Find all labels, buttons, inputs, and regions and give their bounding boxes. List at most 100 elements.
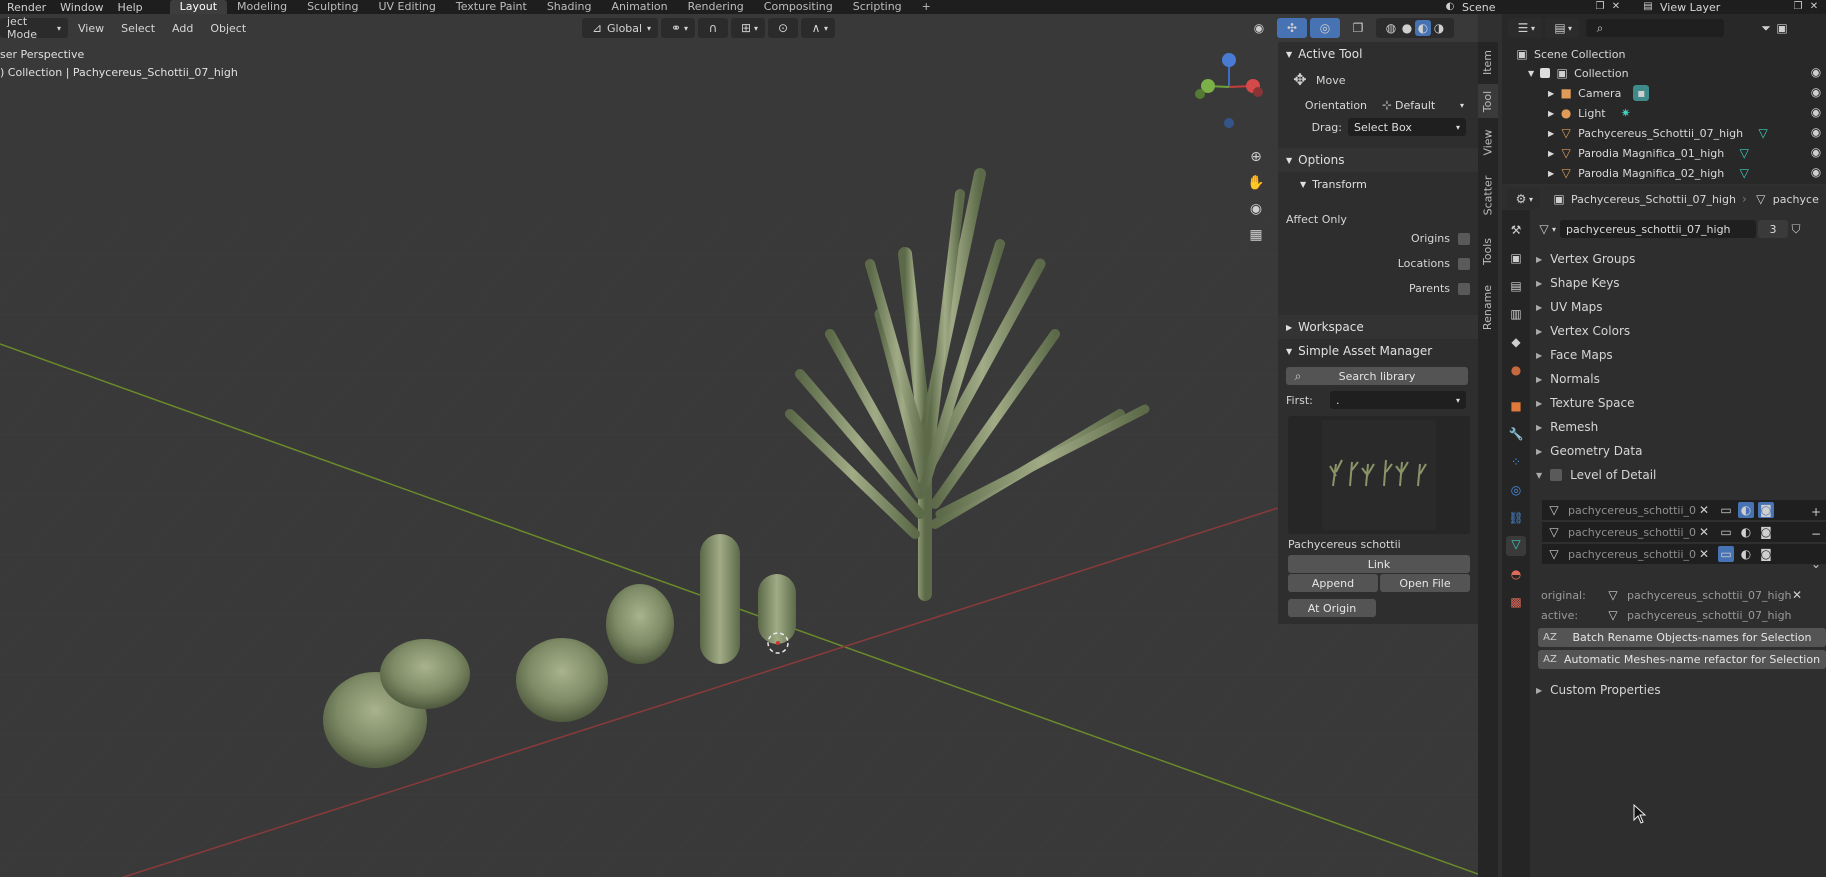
scene-name[interactable]: Scene (1462, 1, 1592, 14)
section-face-maps[interactable]: ▶ Face Maps (1536, 344, 1826, 366)
scene-tab-icon[interactable]: ◆ (1508, 334, 1524, 350)
auto-rename-button[interactable]: AZ Automatic Meshes-name refactor for Sel… (1538, 650, 1826, 669)
active-tool-header[interactable]: ▼ Active Tool (1278, 42, 1478, 66)
material-preview-icon[interactable]: ◐ (1415, 20, 1431, 36)
tab-shading[interactable]: Shading (537, 0, 602, 14)
texture-tab-icon[interactable]: ▩ (1508, 594, 1524, 610)
snap-dropdown[interactable]: ⊞ ▾ (731, 18, 766, 38)
locations-checkbox[interactable] (1458, 257, 1470, 270)
active-field[interactable]: pachycereus_schottii_07_high (1627, 609, 1792, 622)
parents-row[interactable]: Parents (1278, 276, 1478, 301)
particles-tab-icon[interactable]: ⁘ (1508, 454, 1524, 470)
mesh-data-icon[interactable]: ▽ (1736, 165, 1752, 181)
outliner-item-camera[interactable]: ▶ ■ Camera ▪ (1548, 83, 1650, 103)
section-geometry-data[interactable]: ▶ Geometry Data (1536, 440, 1826, 462)
asset-preview[interactable] (1288, 416, 1470, 534)
section-normals[interactable]: ▶ Normals (1536, 368, 1826, 390)
open-file-button[interactable]: Open File (1380, 574, 1470, 592)
view-layer-tab-icon[interactable]: ▥ (1508, 306, 1524, 322)
physics-tab-icon[interactable]: ◎ (1508, 482, 1524, 498)
viewport-display-icon[interactable]: ▭ (1718, 546, 1734, 562)
view-layer-selector[interactable]: ▤ View Layer ❐ ✕ (1640, 0, 1822, 14)
lod-list-item[interactable]: ▽ pachycereus_schottii_0... ✕ ▭ ◐ ◙ (1542, 522, 1826, 542)
menu-object[interactable]: Object (203, 18, 253, 38)
tab-scatter[interactable]: Scatter (1478, 166, 1498, 224)
scene-selector[interactable]: ◐ Scene ❐ ✕ (1442, 0, 1624, 14)
tab-layout[interactable]: Layout (169, 0, 228, 14)
xray-toggle[interactable]: ❐ (1343, 18, 1373, 38)
add-workspace-button[interactable]: + (912, 0, 941, 14)
tab-animation[interactable]: Animation (602, 0, 678, 14)
editor-type-dropdown[interactable]: ☰ ▾ (1508, 18, 1543, 38)
close-icon[interactable]: ✕ (1806, 0, 1822, 15)
tab-rename[interactable]: Rename (1478, 278, 1498, 336)
asset-manager-header[interactable]: ▼ Simple Asset Manager (1278, 339, 1478, 363)
pan-hand-icon[interactable]: ✋ (1245, 172, 1267, 194)
object-tab-icon[interactable]: ■ (1508, 398, 1524, 414)
camera-view-icon[interactable]: ◉ (1245, 198, 1267, 220)
mesh-browse-icon[interactable]: ▽ (1536, 221, 1552, 237)
origins-row[interactable]: Origins (1278, 226, 1478, 251)
menu-help[interactable]: Help (118, 1, 143, 14)
close-icon[interactable]: ✕ (1608, 0, 1624, 15)
options-header[interactable]: ▼ Options (1278, 148, 1478, 172)
outliner-search-input[interactable]: ⌕ (1586, 19, 1725, 37)
section-vertex-groups[interactable]: ▶ Vertex Groups (1536, 248, 1826, 270)
remove-icon[interactable]: − (1808, 526, 1824, 542)
camera-toggle-icon[interactable]: ◙ (1758, 502, 1774, 518)
drag-dropdown[interactable]: Select Box ▾ (1348, 118, 1466, 136)
render-toggle-icon[interactable]: ◐ (1738, 524, 1754, 540)
camera-toggle-icon[interactable]: ◙ (1758, 524, 1774, 540)
menu-render[interactable]: Render (7, 1, 46, 14)
workspace-header[interactable]: ▶ Workspace (1278, 315, 1478, 339)
visibility-dropdown[interactable]: ◉ (1244, 18, 1274, 38)
fake-user-shield-icon[interactable]: ⛉ (1788, 221, 1804, 237)
menu-select[interactable]: Select (114, 18, 162, 38)
lod-list-item[interactable]: ▽ pachycereus_schottii_0... ✕ ▭ ◐ ◙ (1542, 544, 1826, 564)
snap-toggle[interactable]: ∩ (698, 18, 729, 38)
lod-list-item[interactable]: ▽ pachycereus_schottii_0... ✕ ▭ ◐ ◙ (1542, 500, 1826, 520)
tab-view[interactable]: View (1478, 122, 1498, 162)
mesh-users-count[interactable]: 3 (1758, 220, 1789, 238)
copy-icon[interactable]: ❐ (1790, 0, 1806, 15)
viewport-display-icon[interactable]: ▭ (1718, 524, 1734, 540)
orientation-dropdown[interactable]: ⊹ Default ▾ (1373, 96, 1470, 114)
chevron-down-icon[interactable]: ⌄ (1808, 556, 1824, 572)
outliner-scene-collection[interactable]: ▣ Scene Collection (1514, 44, 1625, 64)
navigation-gizmo[interactable] (1195, 53, 1263, 128)
view-layer-name[interactable]: View Layer (1660, 1, 1790, 14)
tab-item[interactable]: Item (1478, 42, 1498, 82)
modifier-tab-icon[interactable]: 🔧 (1508, 426, 1524, 442)
outliner-item-pachycereus[interactable]: ▶ ▽ Pachycereus_Schottii_07_high ▽ (1548, 123, 1771, 143)
solid-icon[interactable]: ● (1399, 20, 1415, 36)
active-tool-row[interactable]: ✥ Move (1278, 66, 1478, 94)
eye-icon[interactable]: ◉ (1808, 64, 1824, 84)
append-button[interactable]: Append (1288, 574, 1378, 592)
section-remesh[interactable]: ▶ Remesh (1536, 416, 1826, 438)
origins-checkbox[interactable] (1458, 232, 1470, 245)
outliner-item-parodia-01[interactable]: ▶ ▽ Parodia Magnifica_01_high ▽ (1548, 143, 1752, 163)
original-field[interactable]: pachycereus_schottii_07_high (1627, 589, 1792, 602)
3d-viewport[interactable]: ser Perspective ) Collection | Pachycere… (0, 14, 1478, 877)
menu-add[interactable]: Add (165, 18, 200, 38)
tab-modeling[interactable]: Modeling (227, 0, 297, 14)
output-tab-icon[interactable]: ▤ (1508, 278, 1524, 294)
first-dropdown[interactable]: . ▾ (1330, 391, 1466, 409)
eye-icon[interactable]: ◉ (1808, 144, 1824, 164)
gizmo-toggle[interactable]: ✣ (1277, 18, 1307, 38)
render-toggle-icon[interactable]: ◐ (1738, 546, 1754, 562)
tab-uv-editing[interactable]: UV Editing (368, 0, 445, 14)
camera-data-icon[interactable]: ▪ (1633, 85, 1650, 101)
mesh-data-tab-icon[interactable]: ▽ (1506, 536, 1526, 556)
outliner-item-light[interactable]: ▶ ● Light ✷ (1548, 103, 1634, 123)
world-tab-icon[interactable]: ● (1508, 362, 1524, 378)
locations-row[interactable]: Locations (1278, 251, 1478, 276)
remove-icon[interactable]: ✕ (1696, 546, 1712, 562)
add-icon[interactable]: + (1808, 504, 1824, 520)
new-collection-icon[interactable]: ▣ (1774, 20, 1790, 36)
eye-icon[interactable]: ◉ (1808, 124, 1824, 144)
tab-sculpting[interactable]: Sculpting (297, 0, 368, 14)
batch-rename-button[interactable]: AZ Batch Rename Objects-names for Selecti… (1538, 628, 1826, 647)
outliner-item-collection[interactable]: ▼ ▣ Collection (1528, 63, 1629, 83)
render-toggle-icon[interactable]: ◐ (1738, 502, 1754, 518)
